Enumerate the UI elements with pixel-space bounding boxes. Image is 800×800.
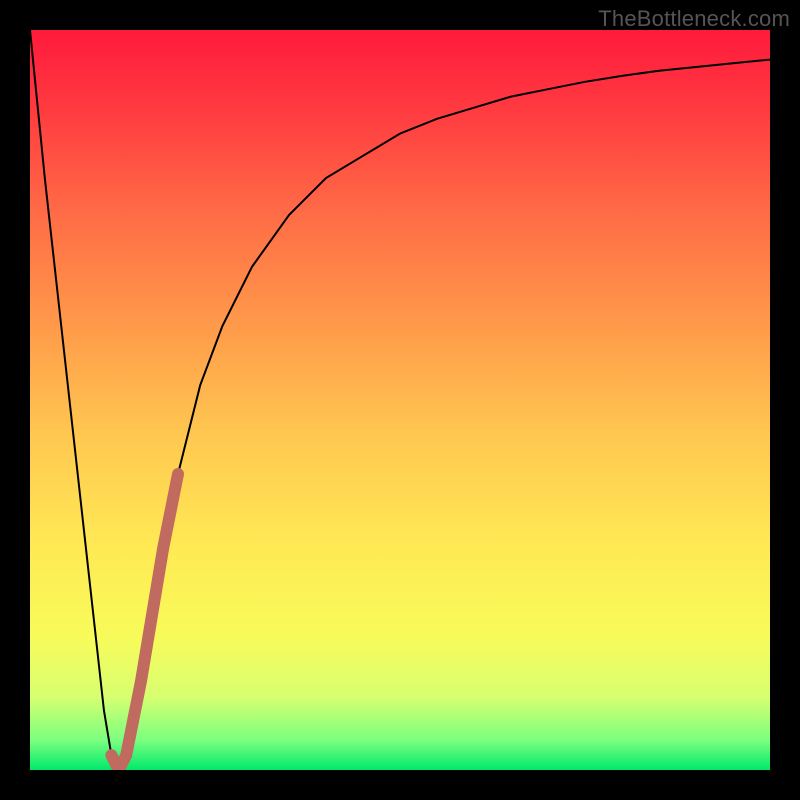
chart-svg bbox=[30, 30, 770, 770]
curve-highlight bbox=[111, 474, 178, 770]
plot-area bbox=[30, 30, 770, 770]
watermark-text: TheBottleneck.com bbox=[598, 6, 790, 32]
